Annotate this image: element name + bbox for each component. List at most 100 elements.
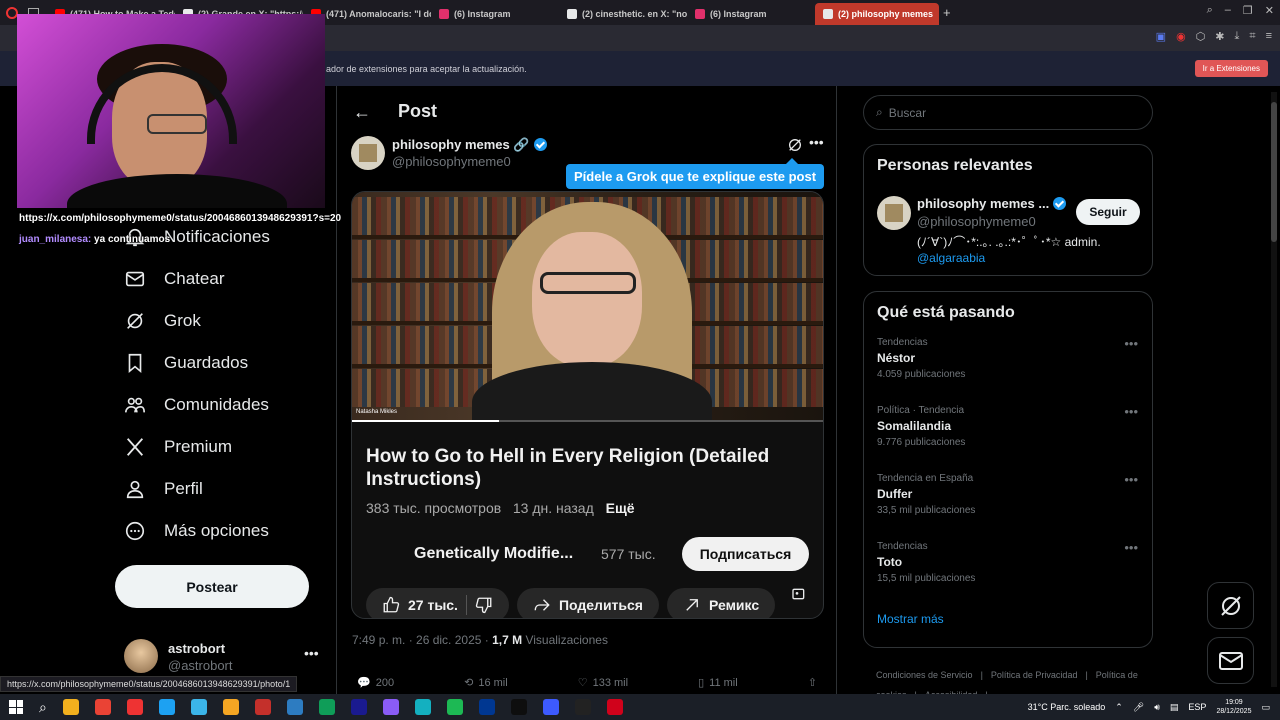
adobe-icon[interactable] [478, 699, 495, 715]
relevant-avatar[interactable] [877, 196, 911, 230]
reply-icon: 💬 [357, 677, 371, 689]
browser-tab[interactable]: (6) Instagram [687, 3, 815, 25]
browser-tab[interactable]: (2) philosophy memes [815, 2, 939, 25]
trend-more-icon[interactable]: ••• [1124, 472, 1138, 487]
channel-name[interactable]: Genetically Modifie... [414, 545, 573, 563]
messages-fab[interactable] [1207, 637, 1254, 684]
app-icon[interactable] [414, 699, 431, 715]
footer-link[interactable]: Condiciones de Servicio [876, 670, 973, 680]
like-action[interactable]: ♡ 133 mil [578, 676, 628, 690]
post-more-icon[interactable]: ••• [809, 134, 824, 150]
new-tab-icon[interactable]: + [943, 5, 951, 20]
nav-item-más-opciones[interactable]: Más opciones [114, 510, 334, 552]
grok-icon[interactable] [787, 137, 803, 153]
image-edit-icon[interactable] [791, 586, 807, 602]
steam-icon[interactable] [510, 699, 527, 715]
close-window-icon[interactable]: ✕ [1265, 4, 1274, 17]
back-arrow-icon[interactable]: ← [353, 102, 371, 123]
footer-link[interactable]: Política de Privacidad [991, 670, 1078, 680]
nav-item-grok[interactable]: Grok [114, 300, 334, 342]
blender-icon[interactable] [222, 699, 239, 715]
trend-item[interactable]: Tendencias Néstor 4.059 publicaciones ••• [864, 334, 1152, 402]
repost-action[interactable]: ⟲ 16 mil [464, 676, 508, 690]
page-scrollbar[interactable] [1271, 92, 1277, 687]
relevant-handle[interactable]: @philosophymeme0 [917, 214, 1036, 229]
remix-button[interactable]: Ремикс [666, 588, 776, 618]
notifications-icon[interactable]: ▭ [1261, 702, 1270, 713]
nav-item-chatear[interactable]: Chatear [114, 258, 334, 300]
file-explorer-icon[interactable] [62, 699, 79, 715]
photos-icon[interactable] [286, 699, 303, 715]
browser-tab[interactable]: (6) Instagram [431, 3, 559, 25]
like-dislike-group[interactable]: 27 тыс. [366, 588, 509, 618]
network-icon[interactable]: ▤ [1170, 702, 1179, 713]
go-to-extensions-button[interactable]: Ir a Extensiones [1194, 60, 1268, 77]
app-icon[interactable] [190, 699, 207, 715]
subscribe-button[interactable]: Подписаться [682, 537, 809, 571]
microphone-icon[interactable]: 🎤︎ [1133, 702, 1144, 713]
video-progress[interactable] [352, 420, 823, 422]
relevant-bio-link[interactable]: @algaraabia [917, 251, 985, 265]
nav-item-premium[interactable]: Premium [114, 426, 334, 468]
video-frame[interactable]: Natasha Mikles [352, 192, 823, 422]
thumbs-down-icon[interactable] [475, 596, 493, 614]
video-more-link[interactable]: Ещё [606, 500, 635, 516]
reply-action[interactable]: 💬 200 [357, 676, 394, 690]
windows-start-icon[interactable] [9, 700, 23, 714]
chrome-icon[interactable] [94, 699, 111, 715]
extension-icon[interactable]: ▣ [1156, 30, 1166, 43]
author-name-row[interactable]: philosophy memes 🔗 [392, 137, 547, 153]
search-tabs-icon[interactable]: ⌕ [1207, 4, 1213, 17]
trend-more-icon[interactable]: ••• [1124, 336, 1138, 351]
account-switcher[interactable]: astrobort @astrobort ••• [124, 639, 324, 675]
author-handle[interactable]: @philosophymeme0 [392, 154, 511, 169]
cube-icon[interactable]: ⬡ [1196, 30, 1206, 43]
menu-icon[interactable]: ≡ [1266, 30, 1272, 43]
post-time[interactable]: 7:49 p. m. · 26 dic. 2025 · [352, 633, 489, 647]
trend-item[interactable]: Tendencias Toto 15,5 mil publicaciones ••• [864, 538, 1152, 606]
weather-widget[interactable]: 31°C Parc. soleado [1028, 702, 1106, 712]
more-dots-icon[interactable]: ••• [304, 645, 319, 661]
discord-icon[interactable] [542, 699, 559, 715]
trend-more-icon[interactable]: ••• [1124, 540, 1138, 555]
tray-chevron-icon[interactable]: ⌃ [1115, 702, 1123, 713]
app-icon[interactable] [254, 699, 271, 715]
trend-item[interactable]: Política · Tendencia Somalilandia 9.776 pu… [864, 402, 1152, 470]
trend-more-icon[interactable]: ••• [1124, 404, 1138, 419]
puzzle-icon[interactable]: ✱ [1215, 30, 1224, 43]
author-avatar[interactable] [351, 136, 385, 170]
share-action[interactable]: ⇧ [808, 676, 817, 689]
nav-item-guardados[interactable]: Guardados [114, 342, 334, 384]
app-icon[interactable] [574, 699, 591, 715]
vpn-icon[interactable]: ◉ [1176, 30, 1186, 43]
share-button[interactable]: Поделиться [516, 588, 659, 618]
browser-tab[interactable]: (2) cinesthetic. en X: "no c [559, 3, 687, 25]
edge-icon[interactable] [158, 699, 175, 715]
nav-item-perfil[interactable]: Perfil [114, 468, 334, 510]
download-icon[interactable]: ⤓ [1235, 30, 1240, 43]
grok-fab[interactable] [1207, 582, 1254, 629]
clock[interactable]: 19:09 28/12/2025 [1216, 698, 1251, 716]
snapshot-icon[interactable]: ⌗ [1249, 30, 1255, 43]
search-taskbar-icon[interactable]: ⌕ [39, 699, 47, 716]
volume-icon[interactable]: 🔊︎ [1154, 702, 1160, 713]
language-indicator[interactable]: ESP [1188, 702, 1206, 712]
nav-item-comunidades[interactable]: Comunidades [114, 384, 334, 426]
app-icon[interactable] [606, 699, 623, 715]
opera-icon[interactable] [126, 699, 143, 715]
app-icon[interactable] [382, 699, 399, 715]
spotify-icon[interactable] [446, 699, 463, 715]
thumbs-up-icon[interactable] [382, 596, 400, 614]
restore-icon[interactable]: ❐ [1243, 4, 1253, 17]
pycharm-icon[interactable] [318, 699, 335, 715]
minimize-icon[interactable]: – [1225, 4, 1231, 17]
search-input[interactable]: ⌕ Buscar [863, 95, 1153, 130]
embedded-video[interactable]: Natasha Mikles How to Go to Hell in Ever… [351, 191, 824, 619]
visual-studio-icon[interactable] [350, 699, 367, 715]
show-more-link[interactable]: Mostrar más [864, 606, 1152, 638]
relevant-name-row[interactable]: philosophy memes ... [917, 196, 1067, 211]
follow-button[interactable]: Seguir [1076, 199, 1140, 225]
post-button[interactable]: Postear [115, 565, 309, 608]
bookmark-action[interactable]: ▯ 11 mil [698, 676, 738, 690]
trend-item[interactable]: Tendencia en España Duffer 33,5 mil public… [864, 470, 1152, 538]
